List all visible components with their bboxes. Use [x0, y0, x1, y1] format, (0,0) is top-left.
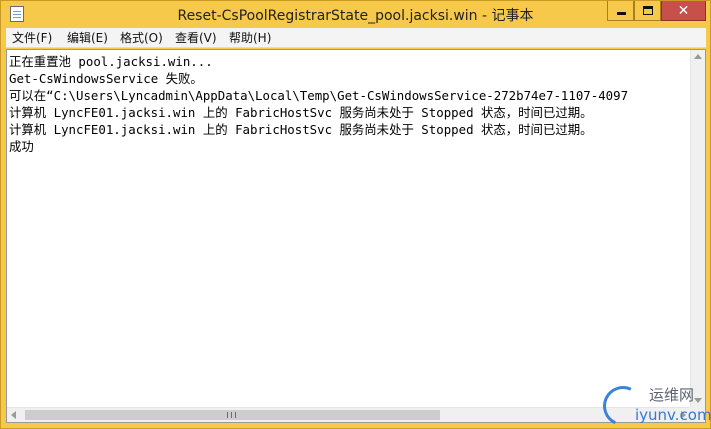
text-line: Get-CsWindowsService 失败。	[9, 71, 203, 86]
scroll-up-icon[interactable]	[694, 54, 702, 59]
menu-bar: 文件(F) 编辑(E) 格式(O) 查看(V) 帮助(H)	[6, 28, 706, 48]
title-bar[interactable]: Reset-CsPoolRegistrarState_pool.jacksi.w…	[1, 1, 710, 27]
horizontal-scrollbar[interactable]	[7, 407, 690, 422]
notepad-window: Reset-CsPoolRegistrarState_pool.jacksi.w…	[0, 0, 711, 429]
watermark-cn-text: 运维网	[649, 386, 695, 404]
text-line: 计算机 LyncFE01.jacksi.win 上的 FabricHostSvc…	[9, 105, 593, 120]
text-line: 成功	[9, 139, 34, 154]
text-editor[interactable]: 正在重置池 pool.jacksi.win... Get-CsWindowsSer…	[6, 49, 706, 423]
maximize-icon	[643, 6, 653, 15]
window-title: Reset-CsPoolRegistrarState_pool.jacksi.w…	[177, 8, 534, 24]
maximize-button[interactable]	[634, 1, 661, 21]
close-button[interactable]: ✕	[661, 1, 706, 21]
text-line: 正在重置池 pool.jacksi.win...	[9, 54, 213, 69]
watermark-en-text: iyunv.com	[635, 406, 711, 424]
document-text[interactable]: 正在重置池 pool.jacksi.win... Get-CsWindowsSer…	[9, 53, 690, 407]
menu-help[interactable]: 帮助(H)	[229, 30, 271, 46]
text-line: 可以在“C:\Users\Lyncadmin\AppData\Local\Tem…	[9, 88, 629, 103]
horizontal-scroll-thumb[interactable]	[25, 410, 440, 420]
text-line: 计算机 LyncFE01.jacksi.win 上的 FabricHostSvc…	[9, 122, 593, 137]
vertical-scrollbar[interactable]	[690, 50, 705, 407]
scroll-left-icon[interactable]	[11, 411, 16, 419]
minimize-button[interactable]	[607, 1, 634, 21]
menu-format[interactable]: 格式(O)	[120, 30, 163, 46]
menu-file[interactable]: 文件(F)	[12, 30, 52, 46]
menu-edit[interactable]: 编辑(E)	[67, 30, 108, 46]
close-icon: ✕	[677, 3, 690, 19]
minimize-icon	[617, 12, 626, 15]
site-watermark: 运维网 iyunv.com	[597, 380, 711, 429]
grip-icon	[227, 412, 236, 418]
menu-view[interactable]: 查看(V)	[175, 30, 217, 46]
